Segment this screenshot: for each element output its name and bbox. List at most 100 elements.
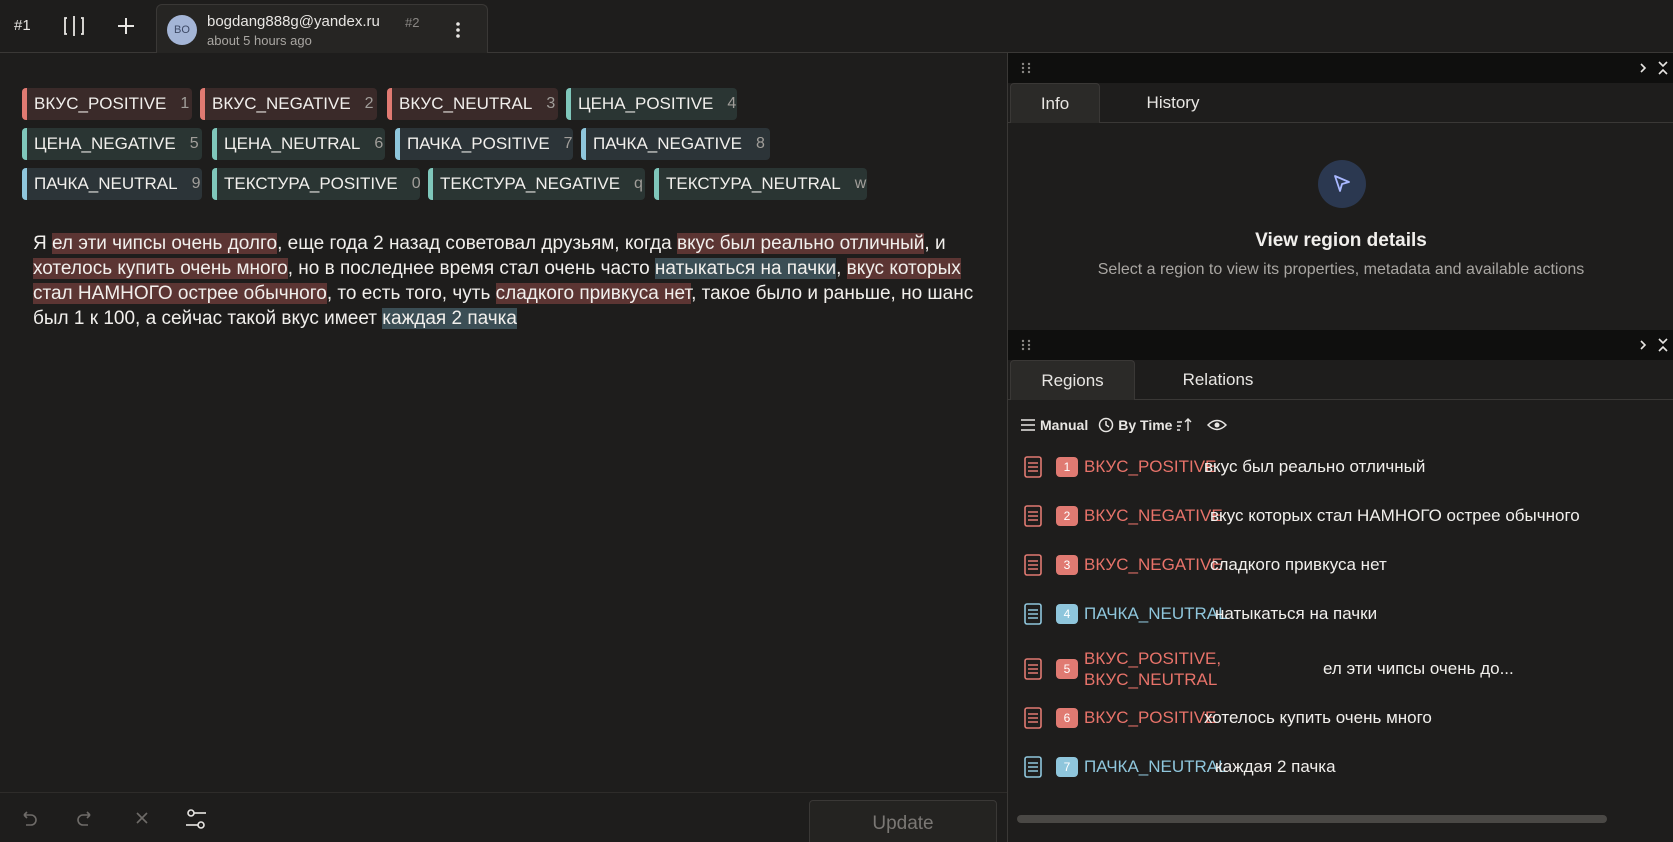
- add-annotation-icon[interactable]: [114, 14, 138, 38]
- highlighted-region[interactable]: хотелось купить очень много: [33, 258, 288, 279]
- region-row[interactable]: 5 ВКУС_POSITIVE, ВКУС_NEUTRAL ел эти чипсы …: [1008, 641, 1658, 697]
- eye-icon: [1207, 419, 1228, 431]
- drag-handle-icon[interactable]: [1020, 338, 1032, 352]
- label-color-bar: [212, 168, 217, 200]
- label-chip[interactable]: ПАЧКА_NEUTRAL 9: [22, 168, 202, 200]
- label-name: ВКУС_NEUTRAL: [399, 94, 533, 113]
- label-name: ВКУС_NEGATIVE: [212, 94, 351, 113]
- settings-sliders-icon[interactable]: [184, 807, 206, 829]
- document-icon: [1024, 505, 1042, 527]
- label-color-bar: [22, 168, 27, 200]
- regions-list: 1 ВКУС_POSITIVE вкус был реально отличный 2…: [1008, 445, 1668, 842]
- update-button[interactable]: Update: [809, 800, 997, 842]
- regions-tabs: Regions Relations: [1008, 360, 1673, 400]
- text-segment: , то есть того, чуть: [326, 283, 496, 304]
- region-number: 2: [1056, 506, 1078, 526]
- region-row[interactable]: 7 ПАЧКА_NEUTRAL каждая 2 пачка: [1008, 745, 1658, 789]
- text-segment: , но в последнее время стал очень часто: [287, 258, 655, 279]
- highlighted-region[interactable]: каждая 2 пачка: [382, 308, 517, 329]
- visibility-toggle[interactable]: [1207, 418, 1231, 432]
- annotation-number: #1: [14, 17, 31, 34]
- label-name: ТЕКСТУРА_NEUTRAL: [666, 174, 841, 193]
- region-number: 4: [1056, 604, 1078, 624]
- label-hotkey: 1: [180, 95, 190, 112]
- label-name: ЦЕНА_POSITIVE: [578, 94, 714, 113]
- label-name: ТЕКСТУРА_NEGATIVE: [440, 174, 621, 193]
- chevron-right-icon[interactable]: [1636, 61, 1650, 75]
- menu-icon: [1021, 419, 1035, 431]
- sort-label: By Time: [1118, 417, 1173, 433]
- split-view-icon[interactable]: [62, 14, 86, 38]
- label-chip[interactable]: ВКУС_NEUTRAL 3: [387, 88, 558, 120]
- document-icon: [1024, 603, 1042, 625]
- region-number: 5: [1056, 659, 1078, 679]
- regions-panel-header[interactable]: [1008, 330, 1673, 360]
- label-chip[interactable]: ЦЕНА_POSITIVE 4: [566, 88, 737, 120]
- undo-icon[interactable]: [18, 807, 40, 829]
- collapse-icon[interactable]: [1656, 60, 1670, 76]
- region-label: ВКУС_NEGATIVE: [1084, 506, 1223, 525]
- highlighted-region[interactable]: ел эти чипсы очень долго: [52, 233, 278, 254]
- label-name: ЦЕНА_NEGATIVE: [34, 134, 176, 153]
- label-chip[interactable]: ВКУС_POSITIVE 1: [22, 88, 192, 120]
- document-text[interactable]: Я ел эти чипсы очень долго, еще года 2 н…: [33, 231, 993, 331]
- manual-grouping-button[interactable]: Manual: [1020, 417, 1088, 433]
- label-chip[interactable]: ПАЧКА_NEGATIVE 8: [581, 128, 770, 160]
- more-options-icon[interactable]: [447, 19, 469, 41]
- label-chip[interactable]: ЦЕНА_NEGATIVE 5: [22, 128, 202, 160]
- chevron-right-icon[interactable]: [1636, 338, 1650, 352]
- label-hotkey: 0: [411, 175, 421, 192]
- region-number: 7: [1056, 757, 1078, 777]
- bottom-toolbar: Update: [0, 792, 1007, 842]
- region-row[interactable]: 3 ВКУС_NEGATIVE сладкого привкуса нет: [1008, 543, 1658, 587]
- label-chip[interactable]: ВКУС_NEGATIVE 2: [200, 88, 377, 120]
- text-segment: ,: [836, 258, 847, 279]
- label-chip[interactable]: ТЕКСТУРА_POSITIVE 0: [212, 168, 421, 200]
- label-name: ПАЧКА_POSITIVE: [407, 134, 550, 153]
- region-label: ВКУС_POSITIVE, ВКУС_NEUTRAL: [1084, 649, 1222, 689]
- tab-history[interactable]: History: [1108, 83, 1238, 123]
- label-chip[interactable]: ТЕКСТУРА_NEUTRAL w: [654, 168, 867, 200]
- label-hotkey: 3: [546, 95, 556, 112]
- timestamp: about 5 hours ago: [207, 33, 312, 48]
- sort-by-time-button[interactable]: By Time: [1098, 417, 1197, 433]
- label-chip[interactable]: ТЕКСТУРА_NEGATIVE q: [428, 168, 645, 200]
- region-row[interactable]: 6 ВКУС_POSITIVE хотелось купить очень мног…: [1008, 696, 1658, 740]
- label-color-bar: [387, 88, 392, 120]
- annotation-tab[interactable]: BO bogdang888g@yandex.ru #2 about 5 hour…: [156, 4, 488, 54]
- highlighted-region[interactable]: вкус был реально отличный: [676, 233, 925, 254]
- redo-icon[interactable]: [74, 807, 96, 829]
- avatar: BO: [167, 15, 197, 45]
- label-chip[interactable]: ПАЧКА_POSITIVE 7: [395, 128, 573, 160]
- region-label: ВКУС_POSITIVE: [1084, 457, 1217, 476]
- horizontal-scrollbar[interactable]: [1017, 815, 1607, 823]
- region-text: вкус был реально отличный: [1204, 457, 1426, 476]
- label-hotkey: q: [634, 175, 643, 192]
- label-hotkey: 7: [563, 135, 573, 152]
- region-label: ПАЧКА_NEUTRAL: [1084, 604, 1228, 623]
- region-row[interactable]: 1 ВКУС_POSITIVE вкус был реально отличный: [1008, 445, 1658, 489]
- label-name: ТЕКСТУРА_POSITIVE: [224, 174, 398, 193]
- tab-regions[interactable]: Regions: [1010, 360, 1135, 400]
- region-text: хотелось купить очень много: [1204, 708, 1432, 727]
- drag-handle-icon[interactable]: [1020, 61, 1032, 75]
- tab-relations[interactable]: Relations: [1143, 360, 1293, 400]
- region-text: сладкого привкуса нет: [1210, 555, 1387, 574]
- label-color-bar: [395, 128, 400, 160]
- region-label: ВКУС_NEGATIVE: [1084, 555, 1223, 574]
- highlighted-region[interactable]: натыкаться на пачки: [654, 258, 837, 279]
- info-title: View region details: [1255, 230, 1427, 251]
- editor-area: ВКУС_POSITIVE 1 ВКУС_NEGATIVE 2 ВКУС_NEUTRAL…: [0, 53, 1007, 842]
- region-row[interactable]: 4 ПАЧКА_NEUTRAL натыкаться на пачки: [1008, 592, 1658, 636]
- label-chip[interactable]: ЦЕНА_NEUTRAL 6: [212, 128, 385, 160]
- document-icon: [1024, 756, 1042, 778]
- region-label: ВКУС_POSITIVE: [1084, 708, 1217, 727]
- info-panel-header[interactable]: [1008, 53, 1673, 83]
- collapse-icon[interactable]: [1656, 337, 1670, 353]
- label-name: ЦЕНА_NEUTRAL: [224, 134, 361, 153]
- reset-icon[interactable]: [131, 807, 153, 829]
- label-color-bar: [22, 128, 27, 160]
- tab-info[interactable]: Info: [1010, 83, 1100, 123]
- region-row[interactable]: 2 ВКУС_NEGATIVE вкус которых стал НАМНОГО …: [1008, 494, 1658, 538]
- highlighted-region[interactable]: сладкого привкуса нет: [495, 283, 692, 304]
